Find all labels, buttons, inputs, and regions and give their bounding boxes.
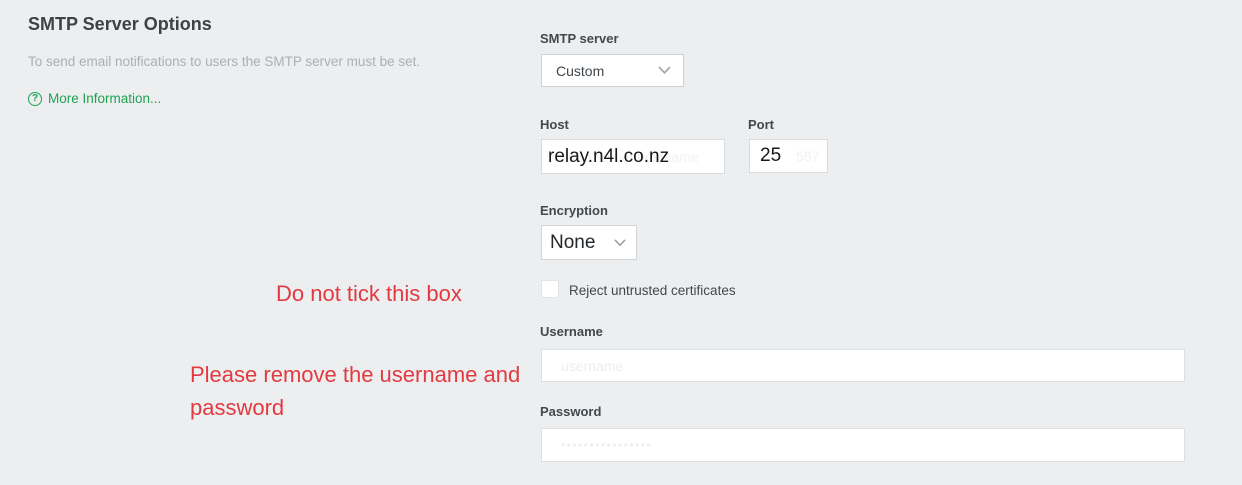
port-placeholder: 587 bbox=[796, 148, 820, 164]
port-input[interactable]: 587 25 bbox=[749, 139, 828, 173]
smtp-server-label: SMTP server bbox=[540, 31, 619, 46]
port-label: Port bbox=[748, 117, 774, 132]
encryption-select[interactable]: None bbox=[541, 225, 637, 260]
username-label: Username bbox=[540, 324, 603, 339]
reject-untrusted-certificates-checkbox[interactable] bbox=[541, 280, 559, 298]
smtp-server-select[interactable]: Custom bbox=[541, 54, 684, 87]
username-input[interactable] bbox=[541, 349, 1185, 382]
smtp-server-value: Custom bbox=[556, 62, 605, 79]
help-icon: ? bbox=[28, 91, 42, 106]
smtp-server-options-page: SMTP Server Options To send email notifi… bbox=[0, 0, 1242, 485]
password-label: Password bbox=[540, 404, 602, 419]
chevron-down-icon bbox=[658, 66, 671, 75]
password-input[interactable] bbox=[541, 428, 1185, 462]
host-input[interactable]: smtp.server.hostname relay.n4l.co.nz bbox=[541, 139, 725, 174]
port-value: 25 bbox=[760, 145, 782, 166]
more-information-label: More Information... bbox=[48, 91, 162, 106]
annotation-checkbox-note: Do not tick this box bbox=[276, 281, 462, 306]
encryption-value: None bbox=[550, 231, 596, 253]
chevron-down-icon bbox=[614, 239, 626, 247]
annotation-credentials-note: Please remove the username and password bbox=[190, 362, 521, 420]
encryption-label: Encryption bbox=[540, 203, 608, 218]
host-value: relay.n4l.co.nz bbox=[548, 145, 670, 167]
more-information-link[interactable]: ? More Information... bbox=[28, 91, 161, 106]
reject-untrusted-certificates-label: Reject untrusted certificates bbox=[569, 283, 736, 298]
page-subtitle: To send email notifications to users the… bbox=[28, 54, 421, 69]
page-title: SMTP Server Options bbox=[28, 14, 212, 34]
host-label: Host bbox=[540, 117, 569, 132]
